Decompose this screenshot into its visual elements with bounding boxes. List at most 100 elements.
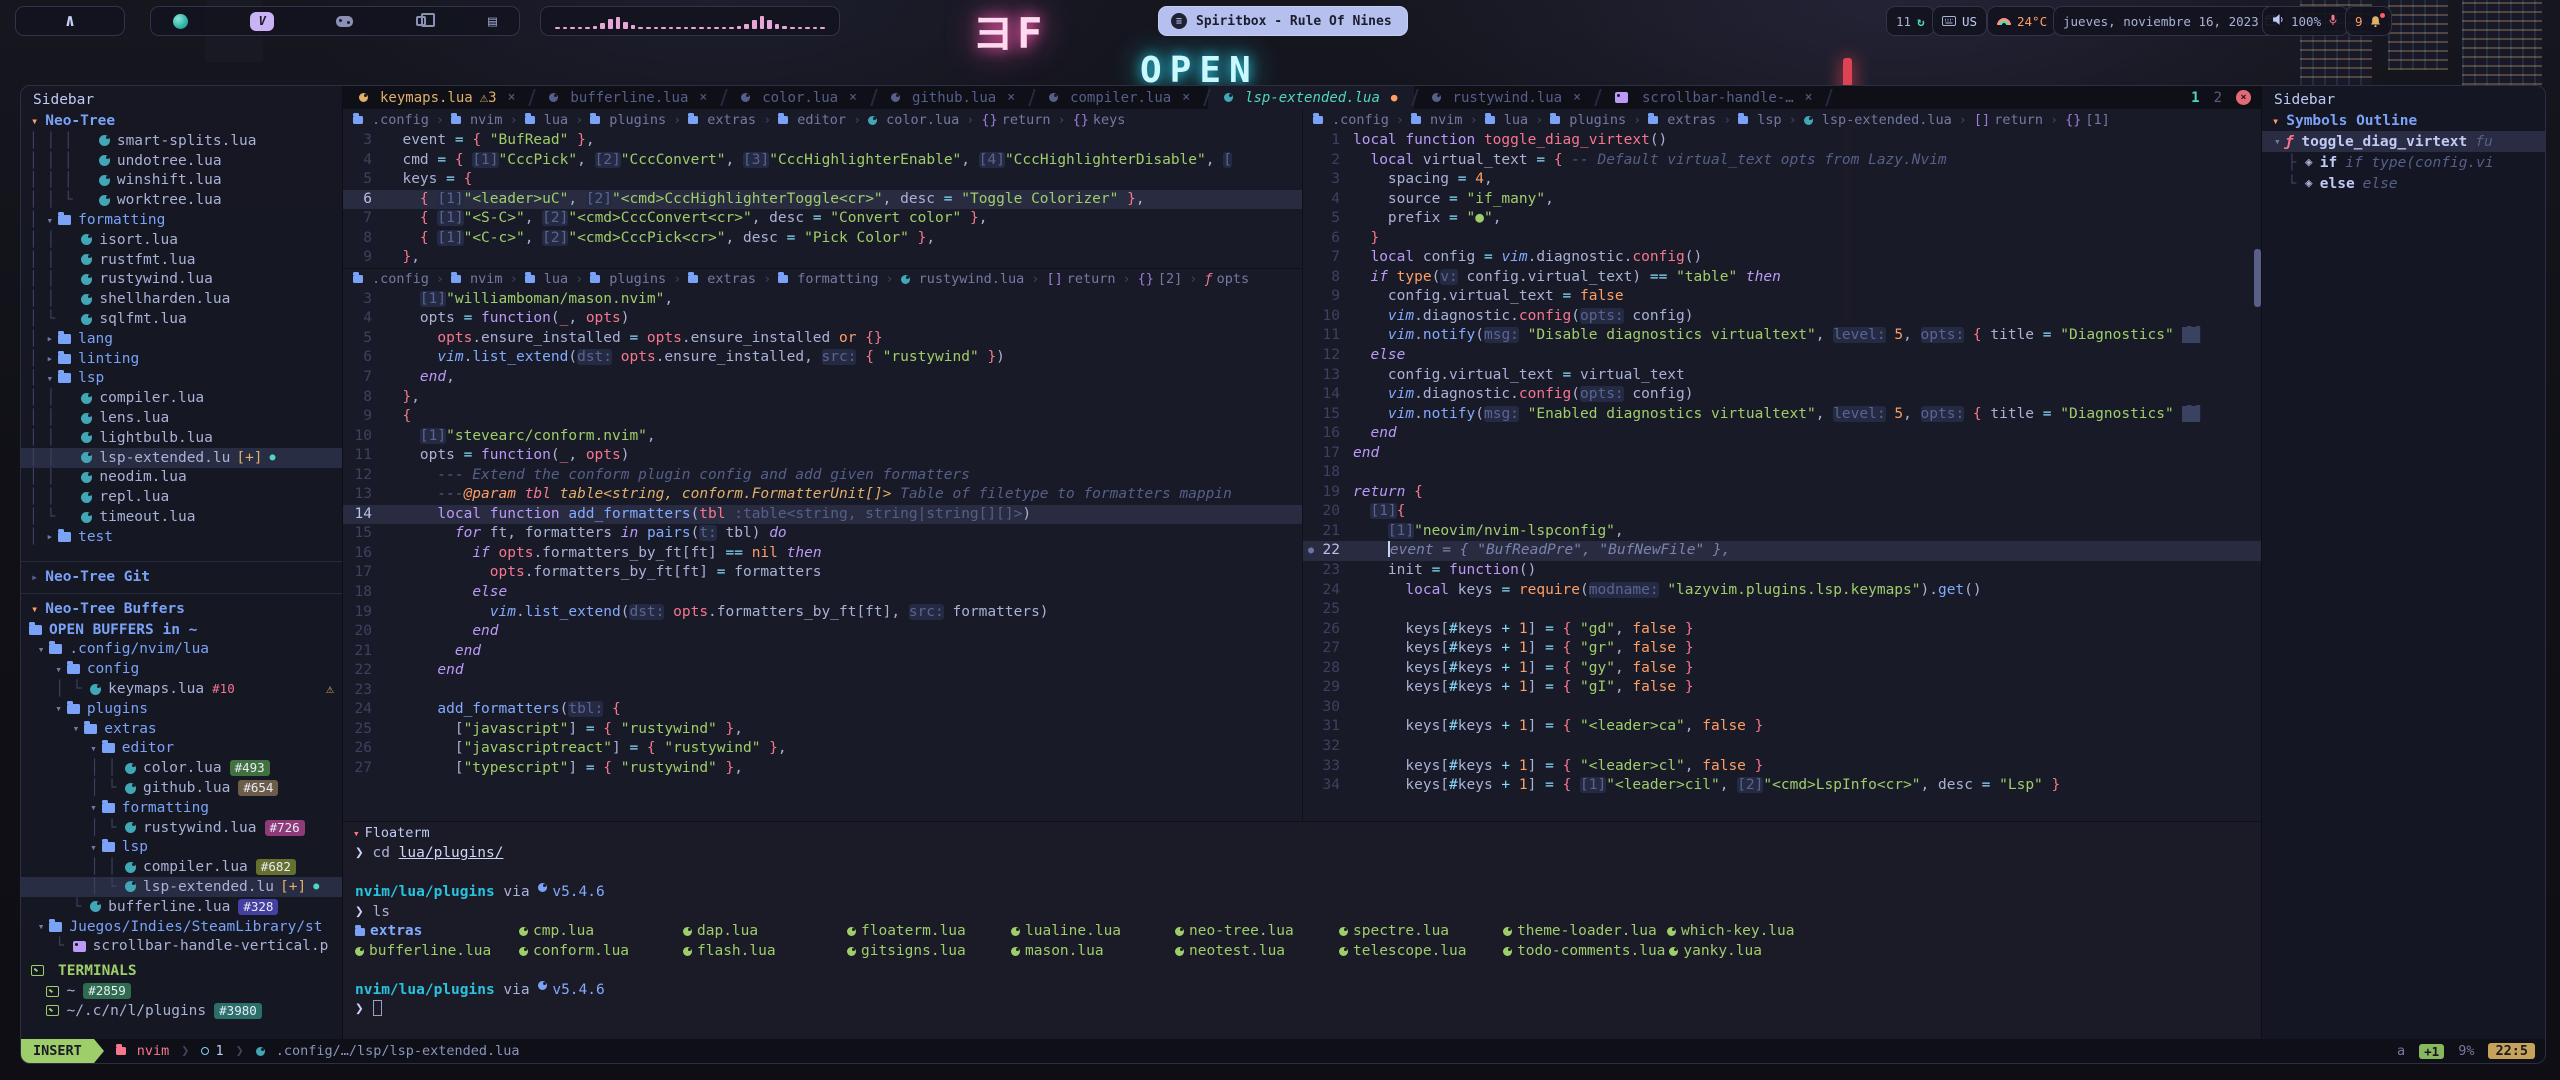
breadcrumb-segment[interactable]: plugins <box>590 112 666 128</box>
workspace-editor-icon[interactable]: V <box>250 12 274 31</box>
close-all-icon[interactable]: × <box>2236 90 2251 105</box>
code-line[interactable]: 27 ["typescript"] = { "rustywind" }, <box>343 759 1302 779</box>
code-line[interactable]: 26 ["javascriptreact"] = { "rustywind" }… <box>343 739 1302 759</box>
code-line[interactable]: ●22 event = { "BufReadPre", "BufNewFile"… <box>1303 541 2263 561</box>
code-line[interactable]: 10 vim.diagnostic.config(opts: config) <box>1303 307 2263 327</box>
code-line[interactable]: 9 config.virtual_text = false <box>1303 287 2263 307</box>
breadcrumb-segment[interactable]: rustywind.lua <box>901 271 1025 287</box>
updates-widget[interactable]: 11 ↻ <box>1886 6 1935 36</box>
file-entry[interactable]: which-key.lua <box>1667 922 1827 942</box>
tree-item[interactable]: │ │ neodim.lua <box>21 468 342 488</box>
tree-item[interactable]: │ └ keymaps.lua#10⚠ <box>21 679 342 699</box>
file-entry[interactable]: extras <box>355 922 515 942</box>
breadcrumb-segment[interactable]: {}[2] <box>1138 271 1183 287</box>
breadcrumb-segment[interactable]: lua <box>525 112 568 128</box>
code-line[interactable]: 23 <box>343 681 1302 701</box>
date-widget[interactable]: jueves, noviembre 16, 2023 <box>2053 6 2287 36</box>
tree-item[interactable]: │ │ │ undotree.lua <box>21 151 342 171</box>
code-line[interactable]: 8 if type(v: config.virtual_text) == "ta… <box>1303 268 2263 288</box>
tree-item[interactable]: │ ▸lang <box>21 329 342 349</box>
code-line[interactable]: 31 keys[#keys + 1] = { "<leader>ca", fal… <box>1303 717 2263 737</box>
breadcrumb-segment[interactable]: plugins <box>1550 112 1626 128</box>
code-area-lsp-extended-lua[interactable]: 1local function toggle_diag_virtext()2 l… <box>1303 131 2263 796</box>
code-area-rustywind-lua[interactable]: 3 [1]"williamboman/mason.nvim",4 opts = … <box>343 290 1302 779</box>
close-icon[interactable]: × <box>1182 90 1190 105</box>
tree-item[interactable]: └ bufferline.lua#328 <box>21 897 342 917</box>
notifications-widget[interactable]: 9 <box>2345 6 2392 36</box>
code-line[interactable]: 3 spacing = 4, <box>1303 170 2263 190</box>
code-line[interactable]: 5 keys = { <box>343 170 1302 190</box>
tree-item[interactable]: │ │ lens.lua <box>21 408 342 428</box>
close-icon[interactable]: × <box>508 90 516 105</box>
code-line[interactable]: 6 } <box>1303 229 2263 249</box>
editor-pane-right[interactable]: .config›nvim›lua›plugins›extras›lsp›lsp-… <box>1303 109 2263 821</box>
breadcrumb-segment[interactable]: []return <box>1974 112 2043 128</box>
workspace-files-icon[interactable] <box>416 16 426 26</box>
tree-item[interactable]: │ │ compiler.lua <box>21 388 342 408</box>
file-entry[interactable]: todo-comments.lua <box>1503 942 1665 962</box>
code-line[interactable]: 7 { [1]"<S-C>", [2]"<cmd>CccConvert<cr>"… <box>343 209 1302 229</box>
tab-github-lua[interactable]: github.lua× <box>875 86 1031 109</box>
tree-item[interactable]: ~/.c/n/l/plugins#3980 <box>21 1001 342 1021</box>
breadcrumb-segment[interactable]: plugins <box>590 271 666 287</box>
code-line[interactable]: 21 end <box>343 642 1302 662</box>
code-line[interactable]: 33 keys[#keys + 1] = { "<leader>cl", fal… <box>1303 757 2263 777</box>
code-line[interactable]: 19return { <box>1303 483 2263 503</box>
tree-item[interactable]: │ │ repl.lua <box>21 487 342 507</box>
code-line[interactable]: 3 event = { "BufRead" }, <box>343 131 1302 151</box>
tree-item[interactable]: │ ▸test <box>21 527 342 547</box>
tab-bufferline-lua[interactable]: bufferline.lua× <box>533 86 723 109</box>
breadcrumb-segment[interactable]: color.lua <box>868 112 959 128</box>
breadcrumb-segment[interactable]: {}return <box>981 112 1050 128</box>
breadcrumb-segment[interactable]: extras <box>688 271 756 287</box>
code-line[interactable]: 27 keys[#keys + 1] = { "gr", false } <box>1303 639 2263 659</box>
code-line[interactable]: 21 [1]"neovim/nvim-lspconfig", <box>1303 522 2263 542</box>
tab-scrollbar-handle-[interactable]: scrollbar-handle-…× <box>1599 86 1829 109</box>
code-line[interactable]: 16 end <box>1303 424 2263 444</box>
code-line[interactable]: 11 opts = function(_, opts) <box>343 446 1302 466</box>
file-entry[interactable]: floaterm.lua <box>847 922 1007 942</box>
breadcrumb-segment[interactable]: lua <box>1485 112 1528 128</box>
file-entry[interactable]: theme-loader.lua <box>1503 922 1663 942</box>
media-player-widget[interactable]: ≡ Spiritbox - Rule Of Nines <box>1158 6 1408 36</box>
code-area-color-lua[interactable]: 3 event = { "BufRead" },4 cmd = { [1]"Cc… <box>343 131 1302 268</box>
tree-item[interactable]: │ └ timeout.lua <box>21 507 342 527</box>
breadcrumb-segment[interactable]: lua <box>525 271 568 287</box>
code-line[interactable]: 17 opts.formatters_by_ft[ft] = formatter… <box>343 563 1302 583</box>
tab-compiler-lua[interactable]: compiler.lua× <box>1033 86 1206 109</box>
code-line[interactable]: 12 --- Extend the conform plugin config … <box>343 466 1302 486</box>
file-entry[interactable]: cmp.lua <box>519 922 679 942</box>
breadcrumb-segment[interactable]: .config <box>1313 112 1389 128</box>
workspace-notes-icon[interactable]: ▤ <box>488 14 497 29</box>
tree-item[interactable]: │ │ isort.lua <box>21 230 342 250</box>
code-line[interactable]: 18 else <box>343 583 1302 603</box>
tree-item[interactable]: └ scrollbar-handle-vertical.p <box>21 936 342 956</box>
file-entry[interactable]: mason.lua <box>1011 942 1171 962</box>
code-line[interactable]: 26 keys[#keys + 1] = { "gd", false } <box>1303 620 2263 640</box>
tree-item[interactable]: │ │ lsp-extended.lu[+]● <box>21 448 342 468</box>
tree-item[interactable]: │ │ lightbulb.lua <box>21 428 342 448</box>
code-line[interactable]: 22 end <box>343 661 1302 681</box>
code-line[interactable]: 24 local keys = require(modname: "lazyvi… <box>1303 581 2263 601</box>
code-line[interactable]: 25 <box>1303 600 2263 620</box>
code-line[interactable]: 10 [1]"stevearc/conform.nvim", <box>343 427 1302 447</box>
outline-item[interactable]: ▾ƒtoggle_diag_virtextfu <box>2262 131 2545 152</box>
code-line[interactable]: 13 config.virtual_text = virtual_text <box>1303 366 2263 386</box>
breadcrumb-segment[interactable]: []return <box>1046 271 1115 287</box>
code-line[interactable]: 1local function toggle_diag_virtext() <box>1303 131 2263 151</box>
tree-item[interactable]: │ ▸linting <box>21 349 342 369</box>
workspace-games-icon[interactable] <box>336 16 353 27</box>
scrollbar-handle[interactable] <box>2254 249 2261 307</box>
tree-item[interactable]: │ └ sqlfmt.lua <box>21 309 342 329</box>
tree-item[interactable]: OPEN BUFFERS in ~ <box>21 620 342 640</box>
code-line[interactable]: 14 vim.diagnostic.config(opts: config) <box>1303 385 2263 405</box>
code-line[interactable]: 3 [1]"williamboman/mason.nvim", <box>343 290 1302 310</box>
tab-keymaps-lua[interactable]: keymaps.lua⚠3× <box>343 86 531 109</box>
code-line[interactable]: 14 local function add_formatters(tbl :ta… <box>343 505 1302 525</box>
tree-item[interactable]: │ ▾formatting <box>21 210 342 230</box>
code-line[interactable]: 17end <box>1303 444 2263 464</box>
launcher-button[interactable]: ∧ <box>15 6 125 36</box>
tree-item[interactable]: ▾config <box>21 659 342 679</box>
breadcrumb-segment[interactable]: formatting <box>778 271 878 287</box>
close-icon[interactable]: × <box>1573 90 1581 105</box>
